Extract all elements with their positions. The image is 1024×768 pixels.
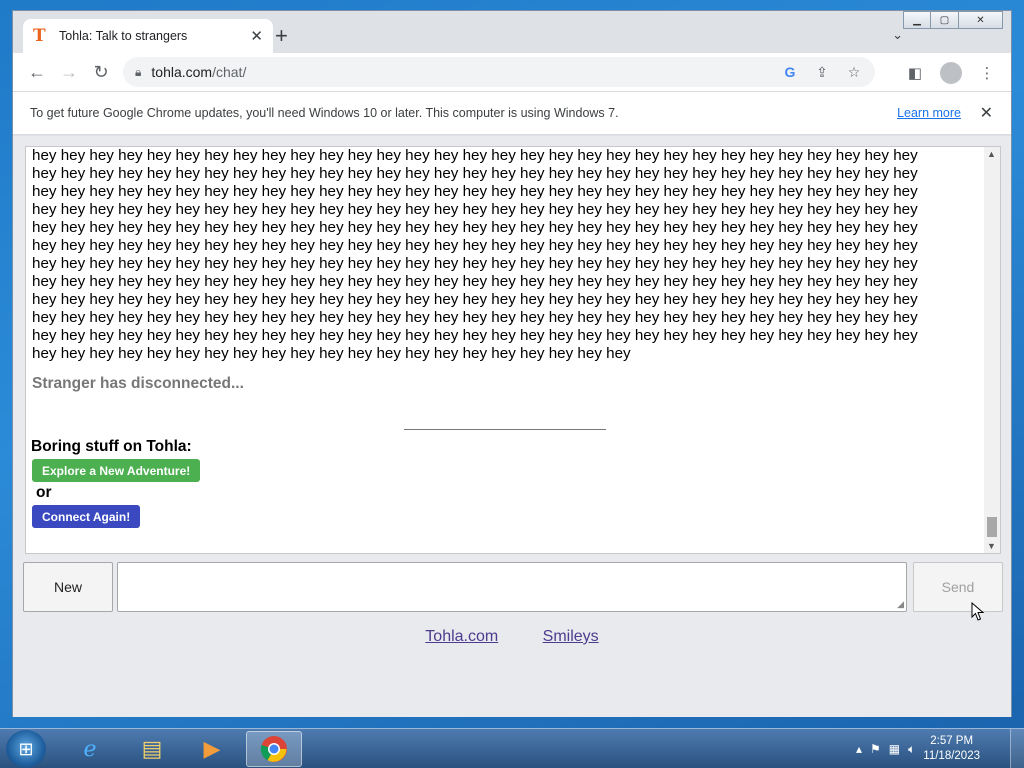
media-player-icon[interactable]: ▶	[184, 731, 240, 767]
tab-search-chevron-icon[interactable]: ⌄	[892, 27, 903, 43]
internet-explorer-icon[interactable]: ℯ	[62, 731, 118, 767]
tab-close-icon[interactable]: ✕	[250, 27, 263, 45]
boring-stuff-heading: Boring stuff on Tohla:	[31, 438, 192, 455]
back-arrow-icon[interactable]: ←	[21, 56, 53, 88]
message-line: hey hey hey hey hey hey hey hey hey hey …	[32, 165, 918, 182]
message-line: hey hey hey hey hey hey hey hey hey hey …	[32, 309, 918, 326]
show-desktop-button[interactable]	[1010, 729, 1024, 768]
message-line: hey hey hey hey hey hey hey hey hey hey …	[32, 291, 918, 308]
update-infobar: To get future Google Chrome updates, you…	[13, 91, 1011, 135]
tab-bar: T Tohla: Talk to strangers ✕ + ⌄	[13, 11, 1011, 53]
explore-adventure-button[interactable]: Explore a New Adventure!	[32, 459, 201, 482]
message-line: hey hey hey hey hey hey hey hey hey hey …	[32, 183, 918, 200]
side-panel-icon[interactable]: ◧	[899, 57, 931, 89]
scroll-thumb[interactable]	[987, 517, 997, 537]
tab-tohla[interactable]: T Tohla: Talk to strangers ✕	[23, 19, 273, 53]
address-bar[interactable]: 🔒︎ tohla.com/chat/ G ⇪ ☆	[123, 57, 875, 87]
clock[interactable]: 2:57 PM 11/18/2023	[923, 734, 980, 764]
new-button[interactable]: New	[23, 562, 113, 612]
disconnected-status: Stranger has disconnected...	[32, 375, 244, 392]
message-input[interactable]: ◢	[117, 562, 907, 612]
send-button[interactable]: Send	[913, 562, 1003, 612]
tohla-favicon-icon: T	[33, 26, 46, 46]
system-tray: ▴ ⚑ ▦ 🔈︎ 2:57 PM 11/18/2023	[856, 729, 980, 768]
lock-icon: 🔒︎	[135, 64, 142, 79]
smileys-link[interactable]: Smileys	[543, 628, 599, 645]
file-explorer-icon[interactable]: ▤	[124, 731, 180, 767]
profile-avatar-icon[interactable]	[940, 62, 962, 84]
google-icon[interactable]: G	[779, 64, 801, 81]
toolbar-right: ◧ ⋮	[899, 57, 1003, 89]
menu-kebab-icon[interactable]: ⋮	[971, 57, 1003, 89]
message-line: hey hey hey hey hey hey hey hey hey hey …	[32, 273, 918, 290]
clock-time: 2:57 PM	[930, 735, 974, 747]
message-list: hey hey hey hey hey hey hey hey hey hey …	[32, 147, 970, 363]
taskbar: ⊞ ℯ ▤ ▶ ▴ ⚑ ▦ 🔈︎ 2:57 PM 11/18/2023	[0, 728, 1024, 768]
divider	[404, 429, 606, 430]
connect-again-button[interactable]: Connect Again!	[32, 505, 141, 528]
chat-log: hey hey hey hey hey hey hey hey hey hey …	[25, 146, 1001, 554]
clock-date: 11/18/2023	[923, 750, 980, 762]
message-line: hey hey hey hey hey hey hey hey hey hey …	[32, 237, 918, 254]
chat-page: hey hey hey hey hey hey hey hey hey hey …	[13, 136, 1011, 717]
tray-expand-icon[interactable]: ▴	[856, 742, 862, 756]
omnibox-actions: G ⇪ ☆	[779, 64, 875, 81]
infobar-text: To get future Google Chrome updates, you…	[30, 106, 619, 120]
forward-arrow-icon[interactable]: →	[53, 56, 85, 88]
share-icon[interactable]: ⇪	[811, 64, 833, 81]
infobar-close-icon[interactable]: ✕	[980, 103, 993, 123]
message-line: hey hey hey hey hey hey hey hey hey hey …	[32, 147, 918, 164]
learn-more-link[interactable]: Learn more	[897, 106, 961, 120]
browser-window: ▁ ▢ ✕ T Tohla: Talk to strangers ✕ + ⌄ ←…	[12, 10, 1012, 717]
tohla-home-link[interactable]: Tohla.com	[425, 628, 498, 645]
message-line: hey hey hey hey hey hey hey hey hey hey …	[32, 219, 918, 236]
volume-muted-icon[interactable]: 🔈︎	[908, 742, 915, 757]
star-icon[interactable]: ☆	[843, 64, 865, 81]
message-line: hey hey hey hey hey hey hey hey hey hey …	[32, 255, 918, 272]
url-text: tohla.com/chat/	[151, 64, 247, 80]
tab-title: Tohla: Talk to strangers	[59, 29, 188, 43]
start-button-icon[interactable]: ⊞	[6, 730, 46, 768]
reload-icon[interactable]: ↻	[85, 56, 117, 88]
chrome-icon	[260, 736, 287, 762]
new-tab-icon[interactable]: +	[275, 25, 288, 47]
message-line: hey hey hey hey hey hey hey hey hey hey …	[32, 201, 918, 218]
browser-toolbar: ← → ↻ 🔒︎ tohla.com/chat/ G ⇪ ☆ ◧ ⋮	[13, 53, 1011, 91]
message-line: hey hey hey hey hey hey hey hey hey hey …	[32, 345, 631, 362]
message-line: hey hey hey hey hey hey hey hey hey hey …	[32, 327, 918, 344]
chat-scrollbar[interactable]: ▲ ▼	[984, 147, 1000, 553]
resize-handle-icon[interactable]: ◢	[897, 599, 904, 610]
chrome-taskbar-icon[interactable]	[246, 731, 302, 767]
scroll-up-icon[interactable]: ▲	[987, 149, 996, 159]
action-center-flag-icon[interactable]: ⚑	[870, 742, 881, 756]
network-icon[interactable]: ▦	[889, 742, 900, 756]
chat-controls: New ◢ Send	[23, 562, 1003, 612]
or-label: or	[36, 484, 52, 501]
footer-links: Tohla.com Smileys	[13, 628, 1011, 646]
scroll-down-icon[interactable]: ▼	[987, 541, 996, 551]
mouse-cursor-icon	[971, 602, 985, 621]
